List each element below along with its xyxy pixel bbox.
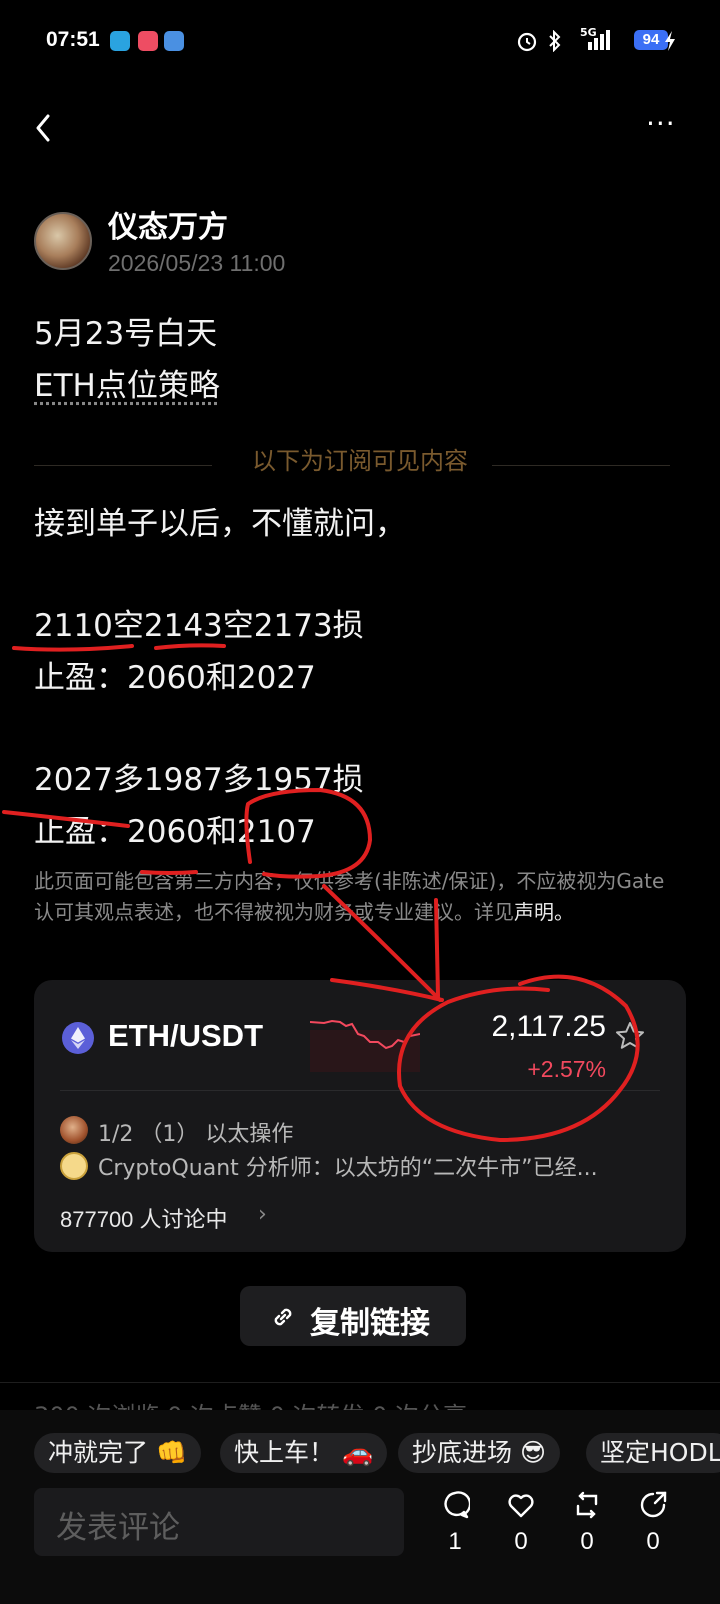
author-name[interactable]: 仪态万方 <box>108 202 228 246</box>
star-icon[interactable] <box>614 1020 646 1052</box>
repost-count: 0 <box>580 1528 594 1555</box>
price-change: +2.57% <box>527 1056 606 1082</box>
comment-input[interactable]: 发表评论 <box>34 1488 404 1556</box>
long-plan-take-profit: 止盈：2060和2107 <box>34 814 316 850</box>
more-options-button[interactable]: ··· <box>646 110 686 138</box>
chevron-right-icon: › <box>258 1202 267 1227</box>
video-app-icon <box>138 31 158 51</box>
weather-icon <box>164 31 184 51</box>
quick-reply-chip[interactable]: 坚定HODL <box>586 1433 720 1473</box>
market-card[interactable]: ETH/USDT 2,117.25 +2.57% 1/2 （1） 以太操作 Cr… <box>34 980 686 1252</box>
repost-icon[interactable] <box>572 1490 602 1520</box>
telegram-icon <box>110 31 130 51</box>
heart-icon[interactable] <box>506 1490 536 1520</box>
comment-count: 1 <box>448 1528 462 1555</box>
eth-icon <box>62 1022 94 1054</box>
quick-reply-chip[interactable]: 抄底进场 😎 <box>398 1433 561 1473</box>
comment-icon[interactable] <box>440 1490 470 1520</box>
discussion-count[interactable]: 877700 人讨论中 <box>60 1202 228 1234</box>
alarm-icon <box>517 32 537 52</box>
battery-indicator: 94 <box>634 30 668 50</box>
post-intro: 接到单子以后，不懂就问， <box>34 506 406 542</box>
stats-separator <box>0 1382 720 1383</box>
post-time: 2026/05/23 11:00 <box>108 250 286 276</box>
post-title-line-2: ETH点位策略 <box>34 368 220 404</box>
charging-icon <box>665 31 675 51</box>
underline-2110 <box>12 644 134 652</box>
post-title-line-1: 5月23号白天 <box>34 316 218 352</box>
signal-icon <box>588 30 610 50</box>
topic-item-2[interactable]: CryptoQuant 分析师：以太坊的“二次牛市”已经... <box>98 1150 598 1182</box>
comment-placeholder: 发表评论 <box>56 1510 180 1546</box>
bluetooth-icon <box>549 30 561 52</box>
status-bar: 07:51 5G 94 <box>0 0 720 80</box>
topic-avatar-1 <box>60 1116 88 1144</box>
link-icon <box>274 1308 292 1326</box>
subscription-divider-label: 以下为订阅可见内容 <box>252 447 468 475</box>
short-plan-take-profit: 止盈：2060和2027 <box>34 660 316 696</box>
disclaimer: 此页面可能包含第三方内容，仅供参考(非陈述/保证)，不应被视为Gate认可其观点… <box>34 866 674 928</box>
topic-avatar-2 <box>60 1152 88 1180</box>
back-button[interactable] <box>28 108 62 148</box>
short-plan-entry: 2110空2143空2173损 <box>34 608 364 644</box>
trading-pair: ETH/USDT <box>108 1018 263 1053</box>
price: 2,117.25 <box>491 1010 606 1043</box>
copy-link-button[interactable]: 复制链接 <box>240 1286 466 1346</box>
long-plan-entry: 2027多1987多1957损 <box>34 762 364 798</box>
card-separator <box>60 1090 660 1091</box>
divider-right <box>492 465 670 466</box>
price-sparkline <box>310 1019 420 1072</box>
copy-link-label: 复制链接 <box>310 1306 430 1341</box>
quick-reply-chip[interactable]: 快上车！ 🚗 <box>220 1433 388 1473</box>
topic-item-1[interactable]: 1/2 （1） 以太操作 <box>98 1116 293 1148</box>
underline-2143 <box>154 643 226 650</box>
author-avatar[interactable] <box>34 212 92 270</box>
status-time: 07:51 <box>46 28 100 51</box>
quick-reply-chip[interactable]: 冲就完了 👊 <box>34 1433 202 1473</box>
share-icon[interactable] <box>638 1490 668 1520</box>
disclaimer-link[interactable]: 声明。 <box>514 900 574 924</box>
share-count: 0 <box>646 1528 660 1555</box>
like-count: 0 <box>514 1528 528 1555</box>
